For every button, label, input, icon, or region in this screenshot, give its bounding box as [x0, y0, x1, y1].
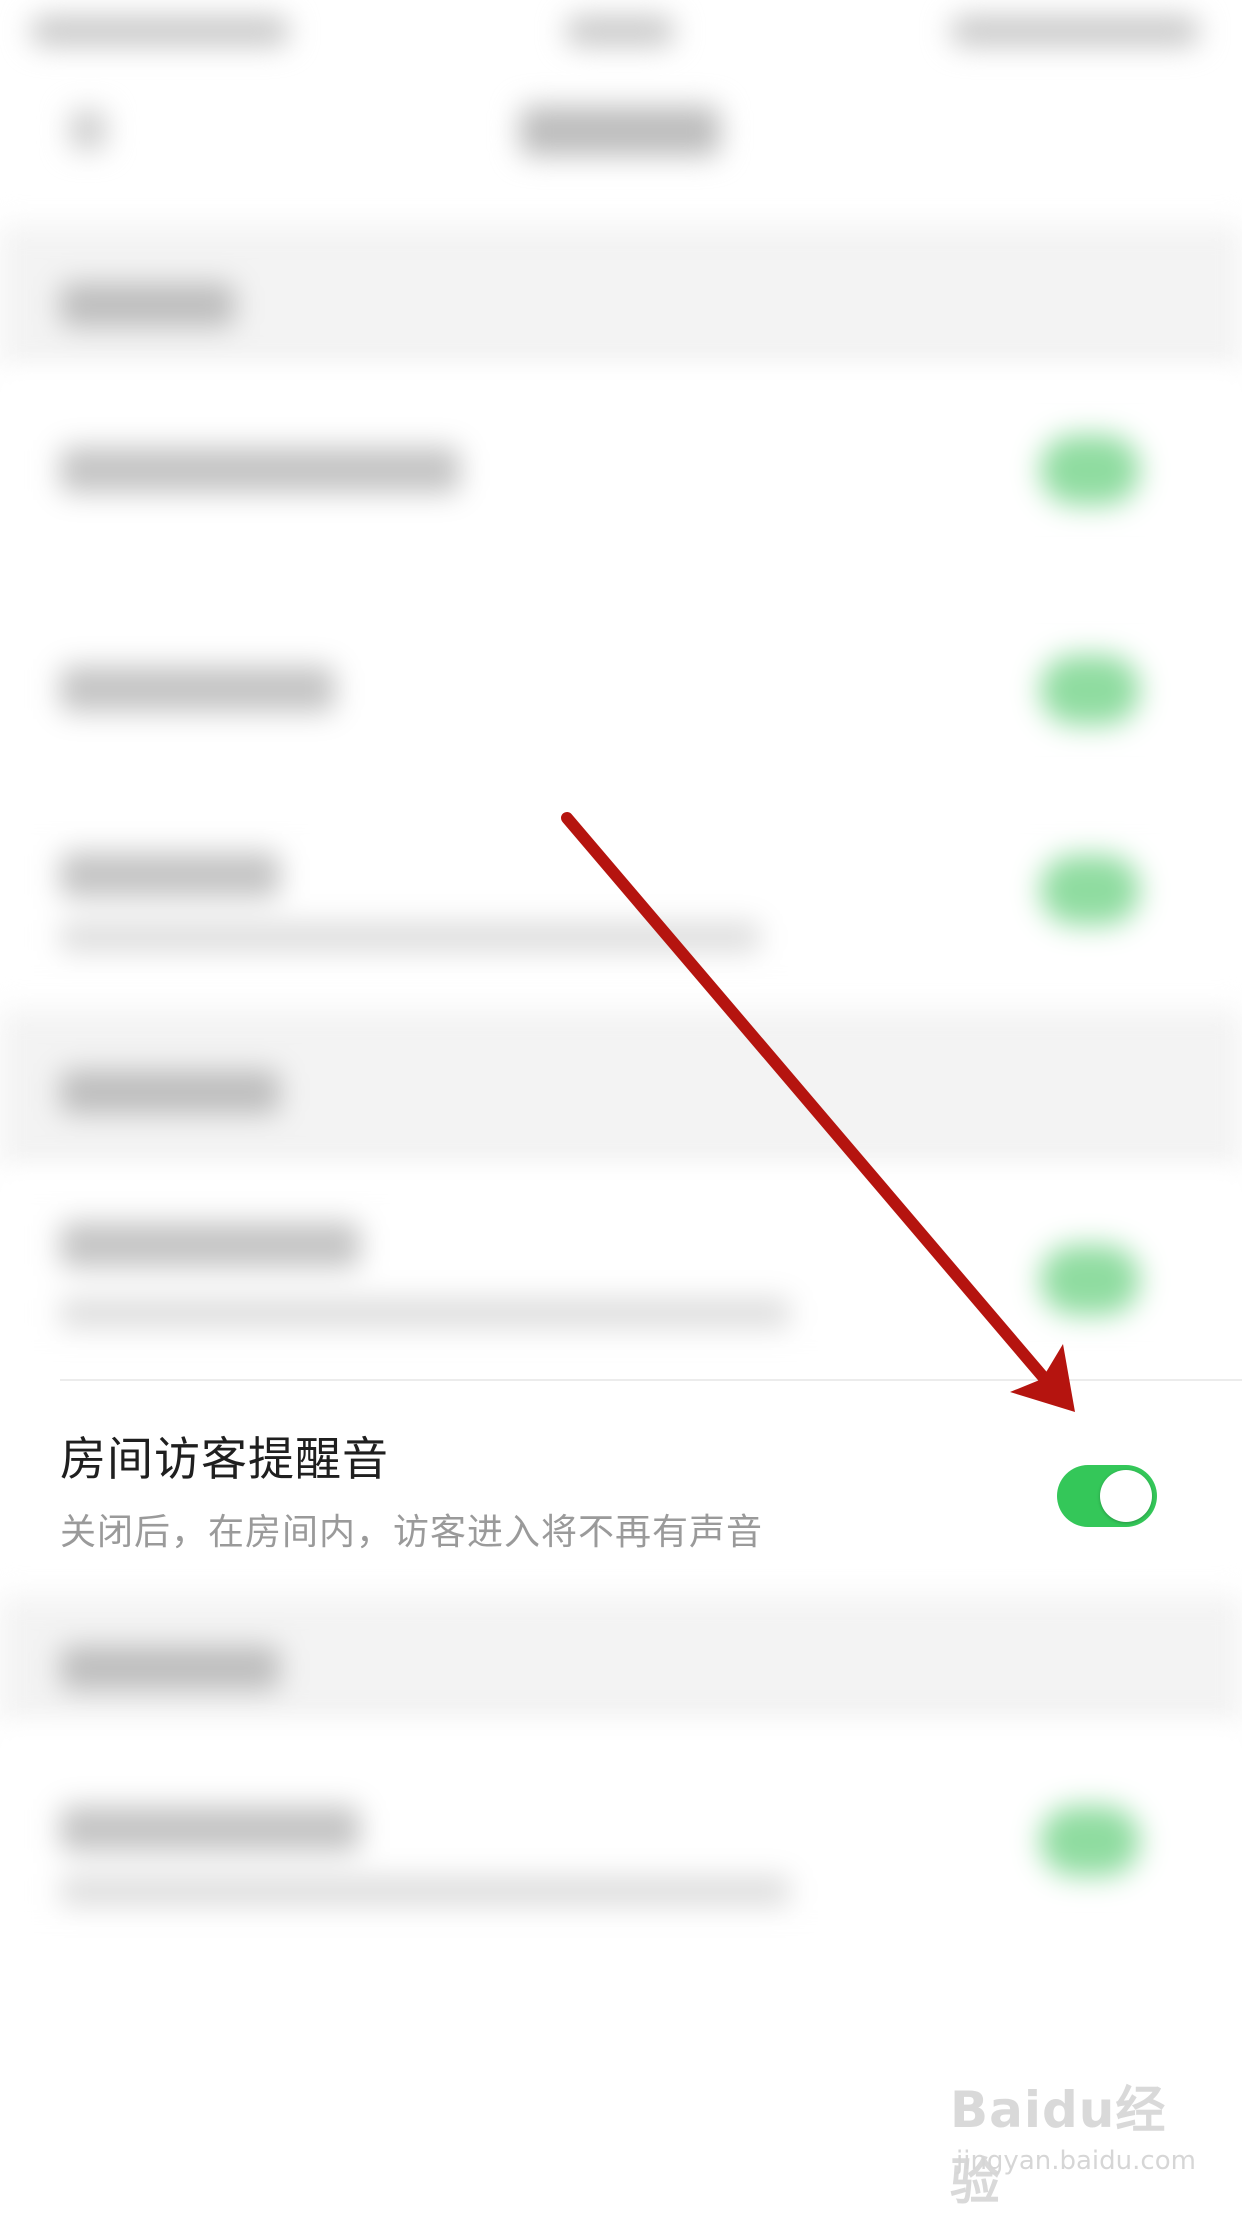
toggle-switch[interactable]: [1040, 1806, 1140, 1876]
section-header-text: [60, 1070, 280, 1114]
visitor-reminder-sound-row[interactable]: 房间访客提醒音 关闭后，在房间内，访客进入将不再有声音: [0, 1381, 1242, 1596]
settings-row[interactable]: [0, 1170, 1242, 1375]
settings-row[interactable]: [0, 800, 1242, 1000]
row-subtitle: [60, 1876, 790, 1906]
row-title: [60, 447, 460, 493]
baidu-watermark: Baidu经验 jingyan.baidu.com: [950, 2070, 1200, 2211]
status-bar-time: [565, 16, 675, 46]
baidu-jingyan-logo: Baidu经验: [950, 2081, 1167, 2211]
row-title: [60, 666, 335, 712]
watermark-url: jingyan.baidu.com: [956, 2146, 1196, 2176]
row-title: [60, 1222, 360, 1268]
toggle-switch[interactable]: [1040, 1245, 1140, 1315]
settings-row[interactable]: [0, 590, 1242, 790]
visitor-reminder-sound-description: 关闭后，在房间内，访客进入将不再有声音: [60, 1512, 764, 1553]
status-bar: [0, 0, 1242, 70]
back-icon[interactable]: [70, 110, 106, 150]
page-title: [520, 106, 720, 156]
toggle-switch[interactable]: [1040, 435, 1140, 505]
section-header-3: [0, 1596, 1242, 1726]
visitor-reminder-sound-toggle[interactable]: [1057, 1465, 1157, 1527]
status-bar-carrier: [30, 16, 290, 46]
row-title: [60, 852, 280, 898]
settings-row[interactable]: [0, 1726, 1242, 1946]
section-header-text: [60, 1646, 280, 1690]
toggle-switch[interactable]: [1040, 855, 1140, 925]
toggle-switch[interactable]: [1040, 655, 1140, 725]
visitor-reminder-sound-title: 房间访客提醒音: [60, 1432, 389, 1486]
section-header-1: [0, 225, 1242, 370]
row-subtitle: [60, 922, 760, 952]
nav-bar: [0, 70, 1242, 200]
section-header-text: [60, 283, 235, 327]
row-subtitle: [60, 1298, 790, 1328]
settings-row[interactable]: [0, 370, 1242, 570]
toggle-knob: [1100, 1470, 1152, 1522]
status-bar-battery: [950, 16, 1200, 46]
section-header-2: [0, 1010, 1242, 1170]
row-title: [60, 1806, 360, 1852]
